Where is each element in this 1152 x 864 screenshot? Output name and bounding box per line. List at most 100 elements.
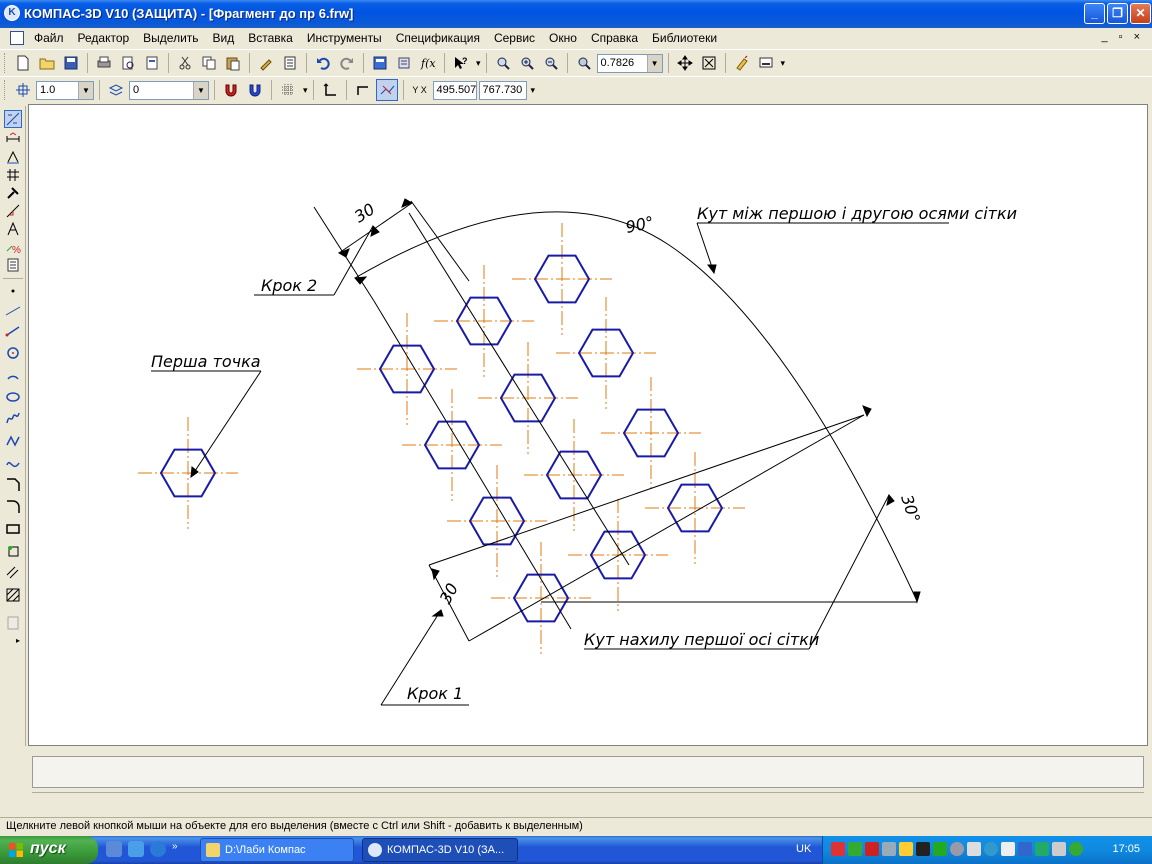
zoom-scale-icon[interactable] <box>573 52 595 74</box>
tray-icon[interactable] <box>899 842 913 856</box>
show-all-icon[interactable] <box>698 52 720 74</box>
toolbar-grip[interactable] <box>4 53 7 73</box>
snap-magnet-icon[interactable] <box>220 79 242 101</box>
grid-hexagon[interactable] <box>524 419 624 531</box>
grid-hexagon[interactable] <box>568 499 668 611</box>
task-kompas[interactable]: КОМПАС-3D V10 (ЗА... <box>362 838 518 862</box>
tray-icon[interactable] <box>967 842 981 856</box>
menu-libraries[interactable]: Библиотеки <box>645 31 724 45</box>
grid-icon[interactable] <box>277 79 299 101</box>
spline-icon[interactable] <box>4 410 22 428</box>
refresh-icon[interactable] <box>731 52 753 74</box>
rectangle-icon[interactable] <box>4 520 22 538</box>
spec-panel-icon[interactable] <box>4 256 22 274</box>
start-button[interactable]: пуск <box>0 836 98 864</box>
document-icon[interactable] <box>10 31 24 45</box>
page-setup-button[interactable] <box>141 52 163 74</box>
menu-insert[interactable]: Вставка <box>241 31 300 45</box>
menu-file[interactable]: Файл <box>34 31 71 45</box>
dimensions-panel-icon[interactable] <box>4 130 22 148</box>
drawing-canvas[interactable]: Перша точка Крок 2 Крок 1 Кут між першою… <box>28 104 1148 746</box>
measure-panel-icon[interactable] <box>4 202 22 220</box>
tray-icon[interactable] <box>1001 842 1015 856</box>
grid-hexagon[interactable] <box>447 465 547 577</box>
ortho-icon[interactable] <box>319 79 341 101</box>
tray-icon[interactable] <box>933 842 947 856</box>
point-icon[interactable] <box>4 282 22 300</box>
chevron-down-icon[interactable]: ▼ <box>193 81 208 99</box>
parametrization-panel-icon[interactable] <box>4 184 22 202</box>
more-arrow-icon[interactable]: ▸ <box>16 636 20 645</box>
task-explorer[interactable]: D:\Лаби Компас <box>200 838 354 862</box>
minimize-button[interactable]: _ <box>1084 3 1105 24</box>
first-point-hexagon[interactable] <box>138 417 238 529</box>
aux-line-icon[interactable] <box>4 302 22 320</box>
quick-launch-more-icon[interactable]: » <box>172 841 178 857</box>
grid-hexagon[interactable] <box>357 313 457 425</box>
segment-icon[interactable] <box>4 322 22 340</box>
tray-icon[interactable] <box>950 842 964 856</box>
property-panel-box[interactable] <box>32 756 1144 788</box>
round-icon[interactable] <box>352 79 374 101</box>
menu-tools[interactable]: Инструменты <box>300 31 389 45</box>
layer-combo[interactable]: 0 ▼ <box>129 80 209 100</box>
show-desktop-icon[interactable] <box>106 841 122 857</box>
tray-icon[interactable] <box>848 842 862 856</box>
pan-icon[interactable] <box>674 52 696 74</box>
edit-panel-icon[interactable] <box>4 166 22 184</box>
grid-hexagon[interactable] <box>556 297 656 409</box>
display-icon[interactable] <box>755 52 777 74</box>
grid-hexagon[interactable] <box>478 342 578 454</box>
parametric-icon[interactable] <box>375 79 398 101</box>
menu-select[interactable]: Выделить <box>136 31 205 45</box>
toolbar-grip[interactable] <box>4 80 7 100</box>
internet-explorer-icon[interactable] <box>150 841 166 857</box>
print-button[interactable] <box>93 52 115 74</box>
zoom-in-icon[interactable] <box>516 52 538 74</box>
grid-hexagon[interactable] <box>434 265 534 377</box>
undo-icon[interactable] <box>312 52 334 74</box>
volume-icon[interactable] <box>1052 842 1066 856</box>
coord-y-field[interactable]: 767.730 <box>478 80 527 100</box>
zoom-out-icon[interactable] <box>540 52 562 74</box>
ellipse-icon[interactable] <box>4 388 22 406</box>
cut-icon[interactable] <box>174 52 196 74</box>
redo-icon[interactable] <box>336 52 358 74</box>
assoc-views-panel-icon[interactable]: % <box>4 238 22 256</box>
zoom-combo[interactable]: 0.7826 ▼ <box>596 53 663 73</box>
tray-icon[interactable] <box>1035 842 1049 856</box>
print-preview-button[interactable] <box>117 52 139 74</box>
tray-icon[interactable] <box>984 842 998 856</box>
zoom-window-icon[interactable] <box>492 52 514 74</box>
geometry-panel-icon[interactable] <box>4 110 22 128</box>
grid-hexagon[interactable] <box>491 542 591 654</box>
media-player-icon[interactable] <box>128 841 144 857</box>
maximize-button[interactable]: ❐ <box>1107 3 1128 24</box>
polyline-icon[interactable] <box>4 432 22 450</box>
tray-icon[interactable] <box>1069 842 1083 856</box>
designations-panel-icon[interactable] <box>4 148 22 166</box>
menu-service[interactable]: Сервис <box>487 31 542 45</box>
fillet-icon[interactable] <box>4 498 22 516</box>
grid-hexagon[interactable] <box>512 223 612 335</box>
mdi-controls[interactable]: _ ▫ × <box>1101 31 1144 43</box>
open-button[interactable] <box>36 52 58 74</box>
local-cs-icon[interactable] <box>12 79 34 101</box>
clock[interactable]: 17:05 <box>1112 843 1140 855</box>
copy-icon[interactable] <box>198 52 220 74</box>
menu-specification[interactable]: Спецификация <box>389 31 487 45</box>
help-pointer-icon[interactable]: ? <box>450 52 472 74</box>
grid-hexagon[interactable] <box>402 389 502 501</box>
equidistant-icon[interactable] <box>4 564 22 582</box>
arc-icon[interactable] <box>4 366 22 384</box>
tray-icon[interactable] <box>1018 842 1032 856</box>
kompas-app-icon[interactable]: K <box>4 5 20 21</box>
tray-icon[interactable] <box>831 842 845 856</box>
tray-icon[interactable] <box>916 842 930 856</box>
tray-icon[interactable] <box>882 842 896 856</box>
save-button[interactable] <box>60 52 82 74</box>
manager-icon[interactable] <box>369 52 391 74</box>
copy-properties-icon[interactable] <box>255 52 277 74</box>
step-combo[interactable]: 1.0 ▼ <box>36 80 94 100</box>
chevron-down-icon[interactable]: ▼ <box>78 81 93 99</box>
